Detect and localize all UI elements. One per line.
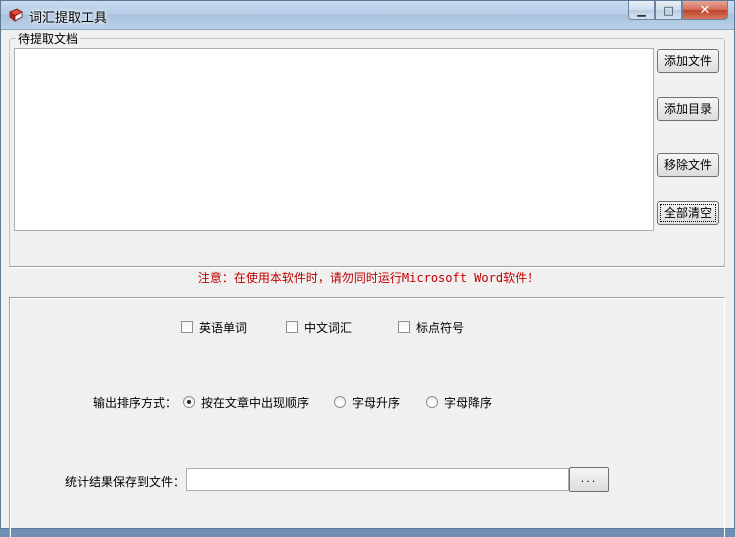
radio-selected [183,396,195,408]
sort-order-label: 输出排序方式： [93,396,178,410]
word-warning-notice: 注意：在使用本软件时，请勿同时运行Microsoft Word软件！ [197,271,540,285]
app-book-icon [9,8,23,22]
radio-unselected [426,396,438,408]
save-path-input[interactable] [186,468,569,491]
clear-all-button[interactable]: 全部清空 [657,201,719,225]
sort-descending-radio[interactable]: 字母降序 [426,394,492,410]
checkbox-box [286,321,298,333]
browse-button[interactable]: ... [569,467,609,492]
english-words-label: 英语单词 [199,320,248,335]
separator [9,266,725,268]
sort-appearance-label: 按在文章中出现顺序 [201,395,310,410]
checkbox-box [398,321,410,333]
chinese-words-checkbox[interactable]: 中文词汇 [286,319,352,335]
english-words-checkbox[interactable]: 英语单词 [181,319,247,335]
add-file-button[interactable]: 添加文件 [657,49,719,73]
add-folder-button[interactable]: 添加目录 [657,97,719,121]
options-panel [9,297,725,537]
minimize-icon: ▁ [637,3,646,17]
save-to-file-label: 统计结果保存到文件： [65,475,186,489]
window-title: 词汇提取工具 [29,11,108,26]
caption-buttons: ▁ □ ✕ [628,1,728,21]
sort-ascending-radio[interactable]: 字母升序 [334,394,400,410]
minimize-button[interactable]: ▁ [628,1,655,20]
checkbox-box [181,321,193,333]
punctuation-checkbox[interactable]: 标点符号 [398,319,464,335]
radio-unselected [334,396,346,408]
close-icon: ✕ [699,2,711,18]
sort-appearance-radio[interactable]: 按在文章中出现顺序 [183,394,309,410]
main-window: 词汇提取工具 ▁ □ ✕ 待提取文档 添加文件 添加目录 移除文件 全部清空 注… [0,0,735,537]
remove-file-button[interactable]: 移除文件 [657,153,719,177]
title-bar[interactable]: 词汇提取工具 ▁ □ ✕ [1,1,734,30]
maximize-button[interactable]: □ [655,1,682,20]
close-button[interactable]: ✕ [682,1,728,20]
document-list[interactable] [14,48,654,231]
sort-descending-label: 字母降序 [444,395,493,410]
documents-group-label: 待提取文档 [16,30,81,47]
chinese-words-label: 中文词汇 [304,320,353,335]
maximize-icon: □ [663,3,674,17]
sort-ascending-label: 字母升序 [352,395,401,410]
punctuation-label: 标点符号 [416,320,465,335]
